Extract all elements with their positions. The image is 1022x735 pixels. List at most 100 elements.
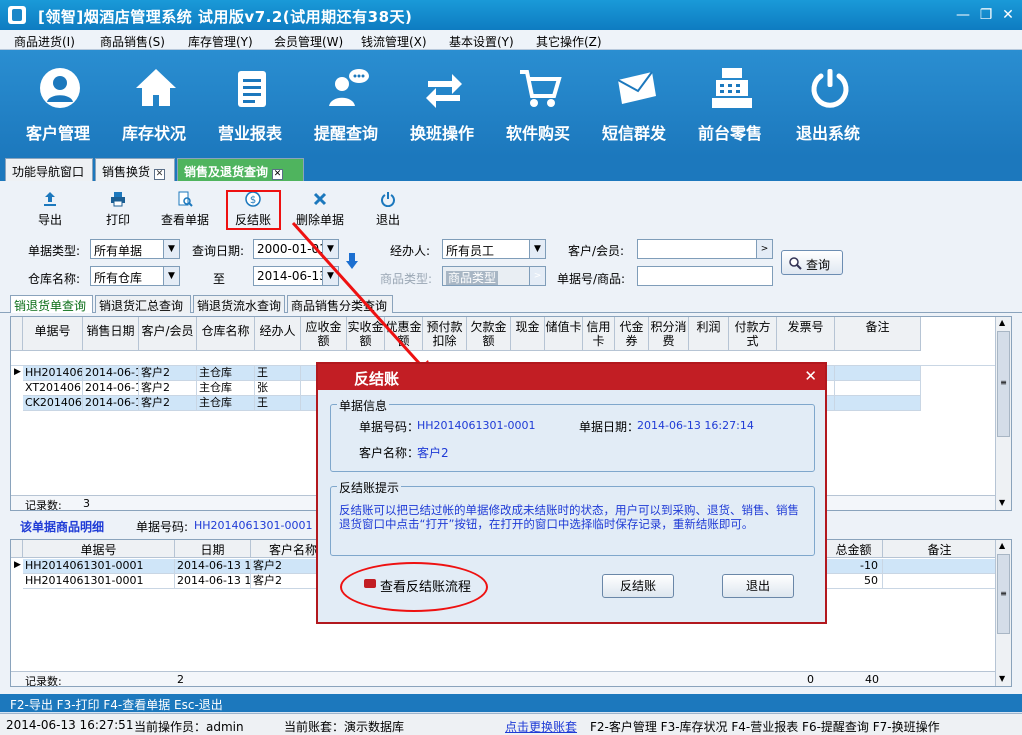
minimize-icon[interactable]: — xyxy=(953,5,973,25)
table-cell: 客户2 xyxy=(139,381,197,396)
date-to-input[interactable]: 2014-06-13 ▼ xyxy=(253,266,339,286)
column-header[interactable]: 现金 xyxy=(511,317,545,351)
menu-sales[interactable]: 商品销售(S) xyxy=(100,33,165,50)
window-title: [领智]烟酒店管理系统 试用版v7.2(试用期还有38天) xyxy=(38,8,413,26)
annotation-box xyxy=(226,190,281,230)
chevron-down-icon[interactable]: ▼ xyxy=(163,267,179,285)
status-time: 2014-06-13 16:27:51 xyxy=(6,718,134,732)
column-header[interactable]: 仓库名称 xyxy=(197,317,255,351)
bill-type-select[interactable]: 所有单据 ▼ xyxy=(90,239,180,259)
toolbar-retail-button[interactable]: 前台零售 xyxy=(684,66,776,146)
toolbar-exit-button[interactable]: 退出系统 xyxy=(782,66,874,146)
tab-sales-return-query[interactable]: 销售及退货查询 ✕ xyxy=(177,158,304,181)
close-tab-icon[interactable]: ✕ xyxy=(154,169,166,180)
toolbar-report-button[interactable]: 营业报表 xyxy=(204,66,296,146)
menu-member[interactable]: 会员管理(W) xyxy=(274,33,343,50)
bill-no-input[interactable] xyxy=(637,266,773,286)
subtab-category-query[interactable]: 商品销售分类查询 xyxy=(287,295,393,313)
export-button[interactable]: 导出 xyxy=(20,187,80,233)
column-header[interactable]: 客户/会员 xyxy=(139,317,197,351)
column-header[interactable]: 代金券 xyxy=(615,317,649,351)
close-icon[interactable]: ✕ xyxy=(804,367,817,385)
switch-account-link[interactable]: 点击更换账套 xyxy=(505,718,577,735)
dialog-customer: 客户2 xyxy=(417,446,449,460)
main-toolbar: 客户管理 库存状况 营业报表 提醒查询 换班操作 软件购买 短信群发 前台零售 … xyxy=(0,50,1022,157)
column-header[interactable]: 信用卡 xyxy=(583,317,615,351)
category-select[interactable]: 商品类型 > xyxy=(442,266,546,286)
delete-bill-button[interactable]: 删除单据 xyxy=(290,187,350,233)
vertical-scrollbar[interactable]: ▲ ≡ ▼ xyxy=(995,540,1011,686)
column-header[interactable]: 利润 xyxy=(689,317,729,351)
menu-other[interactable]: 其它操作(Z) xyxy=(536,33,602,50)
bill-info-group: 单据信息 单据号码： HH2014061301-0001 单据日期： 2014-… xyxy=(330,397,815,472)
to-label: 至 xyxy=(213,272,226,286)
column-header[interactable]: 销售日期 xyxy=(83,317,139,351)
document-search-icon xyxy=(178,191,193,207)
cart-icon xyxy=(520,70,562,107)
close-tab-icon[interactable]: ✕ xyxy=(272,169,284,180)
column-header[interactable]: 预付款扣除 xyxy=(423,317,467,351)
customer-icon xyxy=(40,68,80,108)
toolbar-sms-button[interactable]: 短信群发 xyxy=(588,66,680,146)
chevron-down-icon[interactable]: ▼ xyxy=(529,240,545,258)
toolbar-customer-button[interactable]: 客户管理 xyxy=(12,66,104,146)
dialog-exit-button[interactable]: 退出 xyxy=(722,574,794,598)
column-header[interactable]: 单据号 xyxy=(23,317,83,351)
upload-icon xyxy=(44,192,56,206)
subtab-summary-query[interactable]: 销退货汇总查询 xyxy=(95,295,191,313)
column-header[interactable]: 付款方式 xyxy=(729,317,777,351)
column-header[interactable]: 储值卡 xyxy=(545,317,583,351)
menu-stock[interactable]: 库存管理(Y) xyxy=(188,33,253,50)
toolbar-shift-button[interactable]: 换班操作 xyxy=(396,66,488,146)
reverse-settle-confirm-button[interactable]: 反结账 xyxy=(602,574,674,598)
handler-select[interactable]: 所有员工 ▼ xyxy=(442,239,546,259)
column-header[interactable]: 优惠金额 xyxy=(385,317,423,351)
chevron-down-icon[interactable]: ▼ xyxy=(163,240,179,258)
shortcut-hint-bar: F2-导出 F3-打印 F4-查看单据 Esc-退出 xyxy=(0,694,1022,712)
column-header[interactable]: 经办人 xyxy=(255,317,301,351)
chevron-down-icon[interactable]: ▼ xyxy=(322,267,338,285)
column-header: 备注 xyxy=(883,540,997,558)
dialog-bill-no: HH2014061301-0001 xyxy=(417,419,536,432)
customer-input[interactable]: > xyxy=(637,239,773,259)
envelope-icon xyxy=(617,71,656,104)
subtab-bill-query[interactable]: 销退货单查询 xyxy=(10,295,93,313)
toolbar-buy-button[interactable]: 软件购买 xyxy=(492,66,584,146)
column-header[interactable]: 实收金额 xyxy=(347,317,385,351)
menu-cash[interactable]: 钱流管理(X) xyxy=(361,33,427,50)
exit-button[interactable]: 退出 xyxy=(358,187,418,233)
close-icon[interactable]: ✕ xyxy=(998,5,1018,25)
grid-footer: 记录数: 2 0 40 xyxy=(11,671,997,686)
chevron-right-icon[interactable]: > xyxy=(529,267,545,285)
column-header[interactable]: 备注 xyxy=(835,317,921,351)
column-header[interactable]: 欠款金额 xyxy=(467,317,511,351)
power-icon xyxy=(811,69,849,108)
query-button[interactable]: 查询 xyxy=(781,250,843,275)
column-header[interactable]: 发票号 xyxy=(777,317,835,351)
column-header[interactable]: 积分消费 xyxy=(649,317,689,351)
customer-label: 客户/会员: xyxy=(568,244,625,258)
status-shortcuts: F2-客户管理 F3-库存状况 F4-营业报表 F6-提醒查询 F7-换班操作 xyxy=(590,720,940,734)
dialog-title-bar: 反结账 xyxy=(318,364,825,390)
chevron-right-icon[interactable]: > xyxy=(756,240,772,258)
chat-user-icon xyxy=(329,69,369,106)
print-button[interactable]: 打印 xyxy=(88,187,148,233)
maximize-icon[interactable]: ❐ xyxy=(976,5,996,25)
menu-purchase[interactable]: 商品进货(I) xyxy=(14,33,75,50)
warehouse-label: 仓库名称: xyxy=(28,272,81,286)
toolbar-reminder-button[interactable]: 提醒查询 xyxy=(300,66,392,146)
bill-no-label: 单据号/商品: xyxy=(557,272,626,286)
vertical-scrollbar[interactable]: ▲ ≡ ▼ xyxy=(995,317,1011,510)
toolbar-stock-button[interactable]: 库存状况 xyxy=(108,66,200,146)
tab-sales-exchange[interactable]: 销售换货 ✕ xyxy=(95,158,175,181)
view-bill-button[interactable]: 查看单据 xyxy=(155,187,215,233)
tab-strip: 功能导航窗口 销售换货 ✕ 销售及退货查询 ✕ xyxy=(0,157,1022,181)
chevron-down-icon[interactable]: ▼ xyxy=(322,240,338,258)
menu-settings[interactable]: 基本设置(Y) xyxy=(449,33,514,50)
column-header[interactable]: 应收金额 xyxy=(301,317,347,351)
warehouse-select[interactable]: 所有仓库 ▼ xyxy=(90,266,180,286)
tab-navigation[interactable]: 功能导航窗口 xyxy=(5,158,93,181)
subtab-flow-query[interactable]: 销退货流水查询 xyxy=(193,295,285,313)
column-header: 总金额 xyxy=(825,540,883,558)
date-from-input[interactable]: 2000-01-01 ▼ xyxy=(253,239,339,259)
